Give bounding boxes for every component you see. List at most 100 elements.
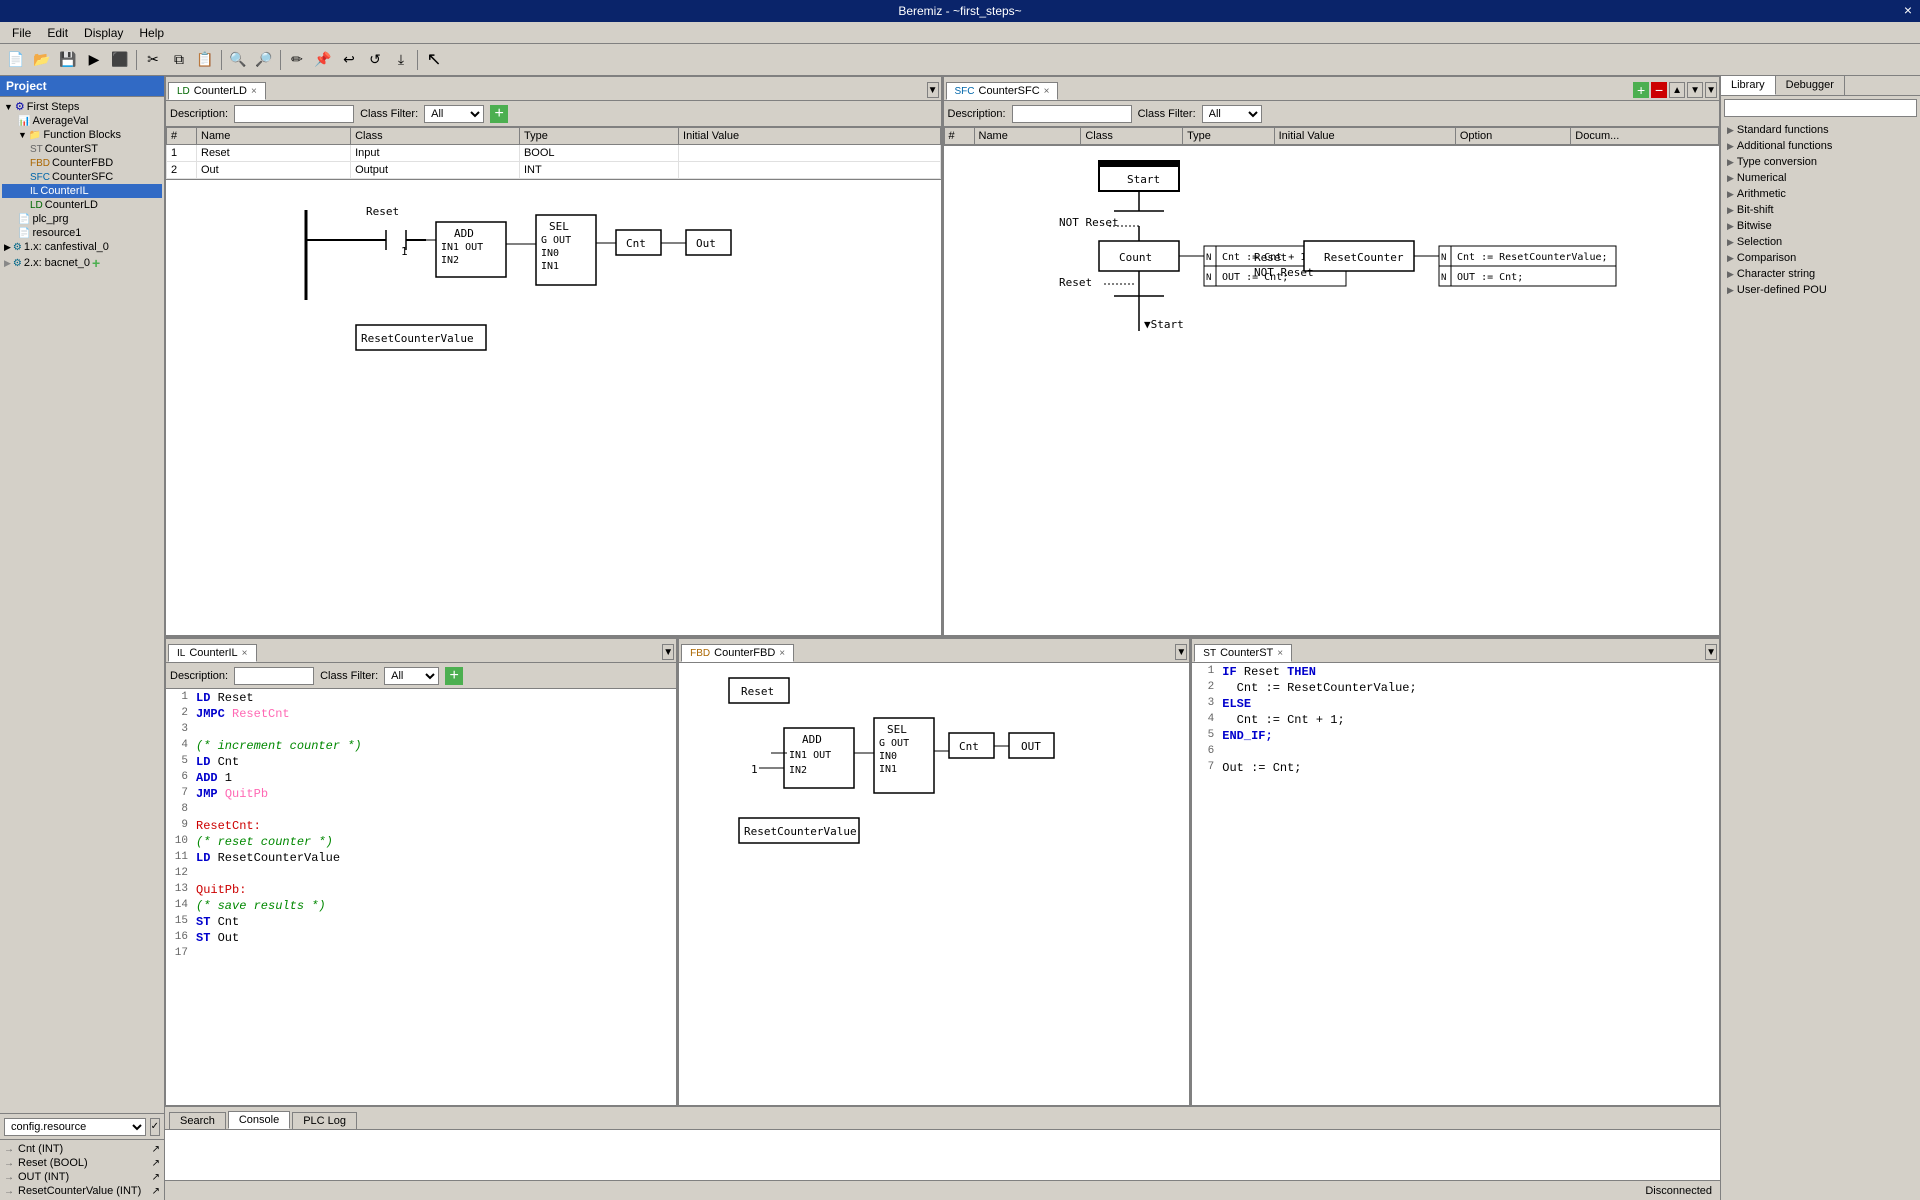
tree-item-canfestival[interactable]: ▶ ⚙ 1.x: canfestival_0: [2, 240, 162, 254]
open-button[interactable]: 📂: [30, 48, 54, 72]
save-button[interactable]: 💾: [56, 48, 80, 72]
lib-item-bitwise[interactable]: ▶ Bitwise: [1723, 218, 1918, 234]
tool2-button[interactable]: 📌: [311, 48, 335, 72]
counter-sfc-class-filter[interactable]: All: [1202, 105, 1262, 123]
library-search-input[interactable]: [1724, 99, 1917, 117]
counter-il-class-filter[interactable]: All: [384, 667, 439, 685]
counter-st-code[interactable]: 1 IF Reset THEN 2 Cnt := ResetCounterVal…: [1192, 663, 1719, 1105]
debugger-tab[interactable]: Debugger: [1776, 76, 1845, 95]
paste-button[interactable]: 📋: [193, 48, 217, 72]
lib-item-character-string[interactable]: ▶ Character string: [1723, 266, 1918, 282]
reset-label: Reset: [366, 205, 399, 218]
tool5-button[interactable]: ⤓: [389, 48, 413, 72]
tree-item-first-steps[interactable]: ▼ ⚙ First Steps: [2, 99, 162, 114]
lib-item-bit-shift[interactable]: ▶ Bit-shift: [1723, 202, 1918, 218]
counter-fbd-menu[interactable]: ▼: [1175, 644, 1187, 660]
tree-item-resource1[interactable]: 📄 resource1: [2, 226, 162, 240]
menu-file[interactable]: File: [4, 24, 39, 42]
counter-il-tab[interactable]: IL CounterIL ×: [168, 644, 257, 662]
stop-button[interactable]: ⬛: [108, 48, 132, 72]
close-button[interactable]: ×: [1904, 2, 1912, 18]
counter-ld-close[interactable]: ×: [251, 86, 257, 97]
sep1: [136, 50, 137, 70]
col-num: #: [167, 128, 197, 145]
tree-item-counter-il[interactable]: IL CounterIL: [2, 184, 162, 198]
zoom-out-button[interactable]: 🔎: [252, 48, 276, 72]
tool1-button[interactable]: ✏: [285, 48, 309, 72]
zoom-in-button[interactable]: 🔍: [226, 48, 250, 72]
var-reset-counter-icon[interactable]: ↗: [152, 1186, 160, 1197]
lib-item-standard-functions[interactable]: ▶ Standard functions: [1723, 122, 1918, 138]
new-button[interactable]: 📄: [4, 48, 28, 72]
counter-sfc-close[interactable]: ×: [1044, 86, 1050, 97]
menu-help[interactable]: Help: [131, 24, 172, 42]
table-row[interactable]: 2 Out Output INT: [167, 162, 941, 179]
col-name: Name: [197, 128, 351, 145]
counter-il-add-btn[interactable]: +: [445, 667, 463, 685]
tree-item-average-val[interactable]: 📊 AverageVal: [2, 114, 162, 128]
tree-item-plc-prg[interactable]: 📄 plc_prg: [2, 212, 162, 226]
counter-ld-menu[interactable]: ▼: [927, 82, 939, 98]
counter-fbd-panel: FBD CounterFBD × ▼ Reset: [678, 638, 1191, 1106]
sfc-remove-btn[interactable]: −: [1651, 82, 1667, 98]
counter-ld-tab[interactable]: LD CounterLD ×: [168, 82, 266, 100]
menu-edit[interactable]: Edit: [39, 24, 76, 42]
reset-label-rc: Reset: [1254, 251, 1287, 264]
counter-sfc-menu[interactable]: ▼: [1705, 82, 1717, 98]
tab-search[interactable]: Search: [169, 1112, 226, 1129]
lib-item-arithmetic[interactable]: ▶ Arithmetic: [1723, 186, 1918, 202]
counter-il-close[interactable]: ×: [242, 648, 248, 659]
sep4: [417, 50, 418, 70]
counter-sfc-desc-input[interactable]: [1012, 105, 1132, 123]
var-cnt-icon[interactable]: ↗: [152, 1144, 160, 1155]
tool3-button[interactable]: ↩: [337, 48, 361, 72]
lib-item-type-conversion[interactable]: ▶ Type conversion: [1723, 154, 1918, 170]
config-select[interactable]: config.resource: [4, 1118, 146, 1136]
library-tab[interactable]: Library: [1721, 76, 1776, 95]
counter-ld-diagram: Reset ADD IN1 OUT IN2: [166, 180, 941, 635]
tree-item-counter-sfc[interactable]: SFC CounterSFC: [2, 170, 162, 184]
counter-il-desc-input[interactable]: [234, 667, 314, 685]
menu-display[interactable]: Display: [76, 24, 131, 42]
st-line-3: 3 ELSE: [1194, 697, 1717, 713]
lib-item-selection[interactable]: ▶ Selection: [1723, 234, 1918, 250]
copy-button[interactable]: ⧉: [167, 48, 191, 72]
table-row[interactable]: 1 Reset Input BOOL: [167, 145, 941, 162]
cut-button[interactable]: ✂: [141, 48, 165, 72]
lib-item-numerical[interactable]: ▶ Numerical: [1723, 170, 1918, 186]
counter-fbd-tab[interactable]: FBD CounterFBD ×: [681, 644, 794, 662]
var-reset-counter-label: ResetCounterValue (INT): [18, 1185, 141, 1197]
st-line-6: 6: [1194, 745, 1717, 761]
tab-console[interactable]: Console: [228, 1111, 290, 1129]
lib-item-comparison[interactable]: ▶ Comparison: [1723, 250, 1918, 266]
tree-item-counter-fbd[interactable]: FBD CounterFBD: [2, 156, 162, 170]
counter-fbd-close[interactable]: ×: [779, 648, 785, 659]
lib-label-user-defined: User-defined POU: [1737, 284, 1827, 296]
tree-item-counter-ld[interactable]: LD CounterLD: [2, 198, 162, 212]
counter-ld-class-filter[interactable]: All Input Output: [424, 105, 484, 123]
tree-item-function-blocks[interactable]: ▼ 📁 Function Blocks: [2, 128, 162, 142]
var-out-icon[interactable]: ↗: [152, 1172, 160, 1183]
tree-item-counter-st[interactable]: ST CounterST: [2, 142, 162, 156]
counter-st-close[interactable]: ×: [1277, 648, 1283, 659]
counter-st-menu[interactable]: ▼: [1705, 644, 1717, 660]
lib-item-additional-functions[interactable]: ▶ Additional functions: [1723, 138, 1918, 154]
run-button[interactable]: ▶: [82, 48, 106, 72]
tool4-button[interactable]: ↺: [363, 48, 387, 72]
counter-ld-desc-input[interactable]: [234, 105, 354, 123]
cursor-button[interactable]: ↖: [422, 48, 446, 72]
counter-ld-add-btn[interactable]: +: [490, 105, 508, 123]
sfc-up-btn[interactable]: ▲: [1669, 82, 1685, 98]
tree-item-bacnet[interactable]: ▶ ⚙ 2.x: bacnet_0 +: [2, 254, 162, 272]
counter-sfc-tab[interactable]: SFC CounterSFC ×: [946, 82, 1059, 100]
counter-il-code[interactable]: 1 LD Reset 2 JMPC ResetCnt 3 4 (* increm…: [166, 689, 676, 1105]
counter-fbd-tab-label: CounterFBD: [714, 647, 775, 659]
counter-il-menu[interactable]: ▼: [662, 644, 674, 660]
tab-plc-log[interactable]: PLC Log: [292, 1112, 357, 1129]
lib-item-user-defined[interactable]: ▶ User-defined POU: [1723, 282, 1918, 298]
sfc-add-btn[interactable]: +: [1633, 82, 1649, 98]
sfc-down-btn[interactable]: ▼: [1687, 82, 1703, 98]
config-confirm-button[interactable]: ✓: [150, 1118, 160, 1136]
counter-st-tab[interactable]: ST CounterST ×: [1194, 644, 1292, 662]
var-reset-icon[interactable]: ↗: [152, 1158, 160, 1169]
